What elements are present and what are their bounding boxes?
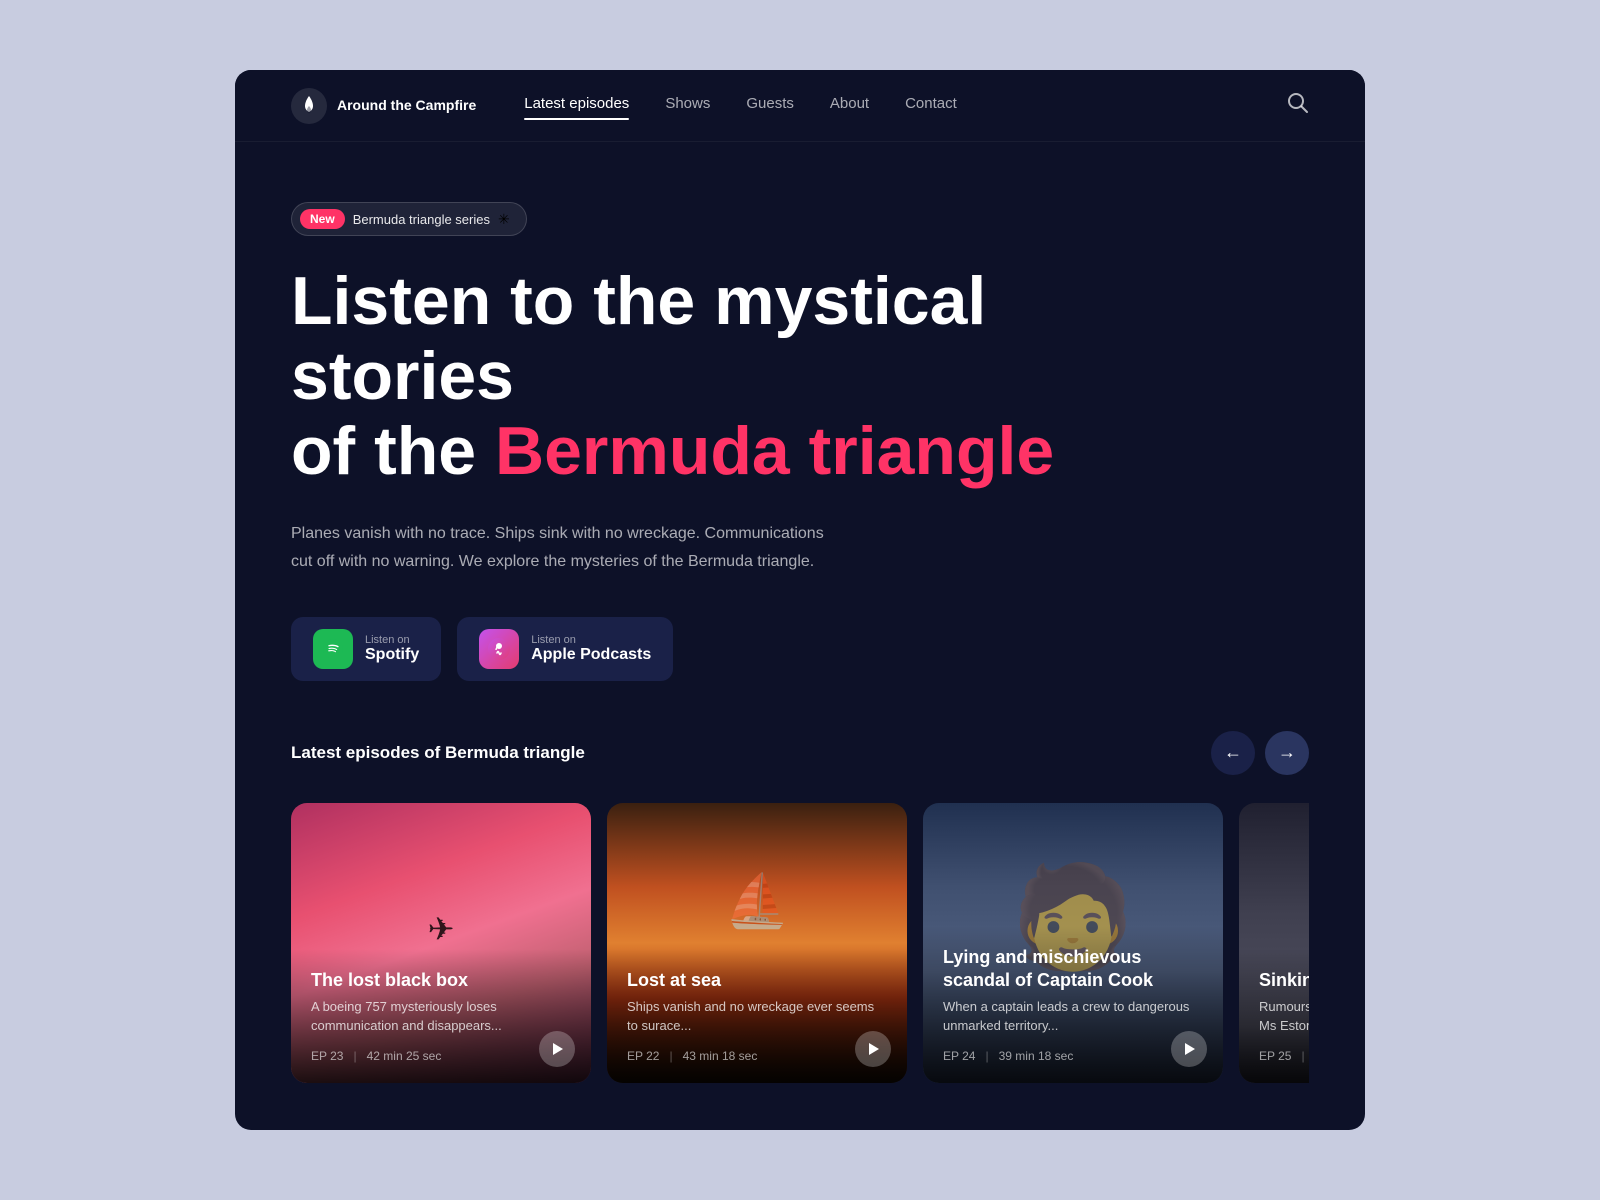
card-title-4: Sinking of Ms bbox=[1259, 969, 1309, 992]
card-title-3: Lying and mischievous scandal of Captain… bbox=[943, 946, 1203, 993]
card-meta-1: EP 23 | 42 min 25 sec bbox=[311, 1049, 571, 1063]
ep-number-2: EP 22 bbox=[627, 1049, 659, 1063]
search-icon[interactable] bbox=[1287, 92, 1309, 119]
spotify-text: Listen on Spotify bbox=[365, 634, 419, 664]
apple-listen-on: Listen on bbox=[531, 634, 576, 646]
episodes-section: Latest episodes of Bermuda triangle ← → … bbox=[235, 731, 1365, 1123]
card-title-1: The lost black box bbox=[311, 969, 571, 992]
hero-title-line2: of the bbox=[291, 413, 495, 489]
badge-new-label: New bbox=[300, 209, 345, 229]
nav-contact[interactable]: Contact bbox=[905, 95, 957, 116]
ep-duration-3: 39 min 18 sec bbox=[999, 1049, 1074, 1063]
play-button-3[interactable] bbox=[1171, 1031, 1207, 1067]
card-meta-4: EP 25 | 38 min 53 bbox=[1259, 1049, 1309, 1063]
play-triangle-2 bbox=[869, 1043, 879, 1055]
hero-title-highlight: Bermuda triangle bbox=[495, 413, 1054, 489]
episode-card-2[interactable]: ⛵ Lost at sea Ships vanish and no wrecka… bbox=[607, 803, 907, 1083]
ep-number-4: EP 25 bbox=[1259, 1049, 1291, 1063]
ep-number-3: EP 24 bbox=[943, 1049, 975, 1063]
spotify-icon bbox=[313, 629, 353, 669]
play-button-2[interactable] bbox=[855, 1031, 891, 1067]
hero-section: New Bermuda triangle series ✳ Listen to … bbox=[235, 142, 1365, 731]
episode-card-3[interactable]: 🧑 Lying and mischievous scandal of Capta… bbox=[923, 803, 1223, 1083]
apple-platform-name: Apple Podcasts bbox=[531, 646, 651, 664]
card-desc-3: When a captain leads a crew to dangerous… bbox=[943, 998, 1203, 1034]
spotify-listen-on: Listen on bbox=[365, 634, 410, 646]
episode-card-1[interactable]: ✈ The lost black box A boeing 757 myster… bbox=[291, 803, 591, 1083]
nav-about[interactable]: About bbox=[830, 95, 869, 116]
navbar: Around the Campfire Latest episodes Show… bbox=[235, 70, 1365, 142]
card-overlay-4: Sinking of Ms Rumours swirled of Ms Esto… bbox=[1239, 949, 1309, 1083]
card-title-2: Lost at sea bbox=[627, 969, 887, 992]
apple-podcasts-button[interactable]: Listen on Apple Podcasts bbox=[457, 617, 673, 681]
episodes-section-title: Latest episodes of Bermuda triangle bbox=[291, 743, 585, 763]
logo[interactable]: Around the Campfire bbox=[291, 88, 476, 124]
spotify-platform-name: Spotify bbox=[365, 646, 419, 664]
flame-icon bbox=[291, 88, 327, 124]
apple-text: Listen on Apple Podcasts bbox=[531, 634, 651, 664]
ep-duration-2: 43 min 18 sec bbox=[683, 1049, 758, 1063]
card-meta-3: EP 24 | 39 min 18 sec bbox=[943, 1049, 1203, 1063]
nav-links: Latest episodes Shows Guests About Conta… bbox=[524, 95, 1287, 116]
card-meta-2: EP 22 | 43 min 18 sec bbox=[627, 1049, 887, 1063]
spotify-button[interactable]: Listen on Spotify bbox=[291, 617, 441, 681]
episodes-header: Latest episodes of Bermuda triangle ← → bbox=[291, 731, 1309, 775]
ep-duration-1: 42 min 25 sec bbox=[367, 1049, 442, 1063]
card-desc-4: Rumours swirled of Ms Estonia... bbox=[1259, 998, 1309, 1034]
ship-icon: ⛵ bbox=[725, 870, 790, 931]
card-desc-1: A boeing 757 mysteriously loses communic… bbox=[311, 998, 571, 1034]
browser-window: Around the Campfire Latest episodes Show… bbox=[235, 70, 1365, 1130]
badge-series-text: Bermuda triangle series bbox=[353, 212, 490, 227]
next-button[interactable]: → bbox=[1265, 731, 1309, 775]
brand-name: Around the Campfire bbox=[337, 96, 476, 114]
hero-description: Planes vanish with no trace. Ships sink … bbox=[291, 520, 831, 574]
apple-podcasts-icon bbox=[479, 629, 519, 669]
new-series-badge[interactable]: New Bermuda triangle series ✳ bbox=[291, 202, 527, 236]
carousel-nav-buttons: ← → bbox=[1211, 731, 1309, 775]
card-desc-2: Ships vanish and no wreckage ever seems … bbox=[627, 998, 887, 1034]
nav-shows[interactable]: Shows bbox=[665, 95, 710, 116]
airplane-icon: ✈ bbox=[428, 910, 455, 948]
play-button-1[interactable] bbox=[539, 1031, 575, 1067]
nav-guests[interactable]: Guests bbox=[746, 95, 794, 116]
sparkle-icon: ✳ bbox=[498, 211, 510, 228]
nav-latest-episodes[interactable]: Latest episodes bbox=[524, 95, 629, 116]
play-triangle-3 bbox=[1185, 1043, 1195, 1055]
play-triangle-1 bbox=[553, 1043, 563, 1055]
ep-number-1: EP 23 bbox=[311, 1049, 343, 1063]
prev-button[interactable]: ← bbox=[1211, 731, 1255, 775]
hero-title: Listen to the mystical stories of the Be… bbox=[291, 264, 1071, 488]
listen-buttons: Listen on Spotify bbox=[291, 617, 1309, 681]
episode-card-4[interactable]: Sinking of Ms Rumours swirled of Ms Esto… bbox=[1239, 803, 1309, 1083]
hero-title-line1: Listen to the mystical stories bbox=[291, 263, 986, 414]
episodes-grid: ✈ The lost black box A boeing 757 myster… bbox=[291, 803, 1309, 1083]
